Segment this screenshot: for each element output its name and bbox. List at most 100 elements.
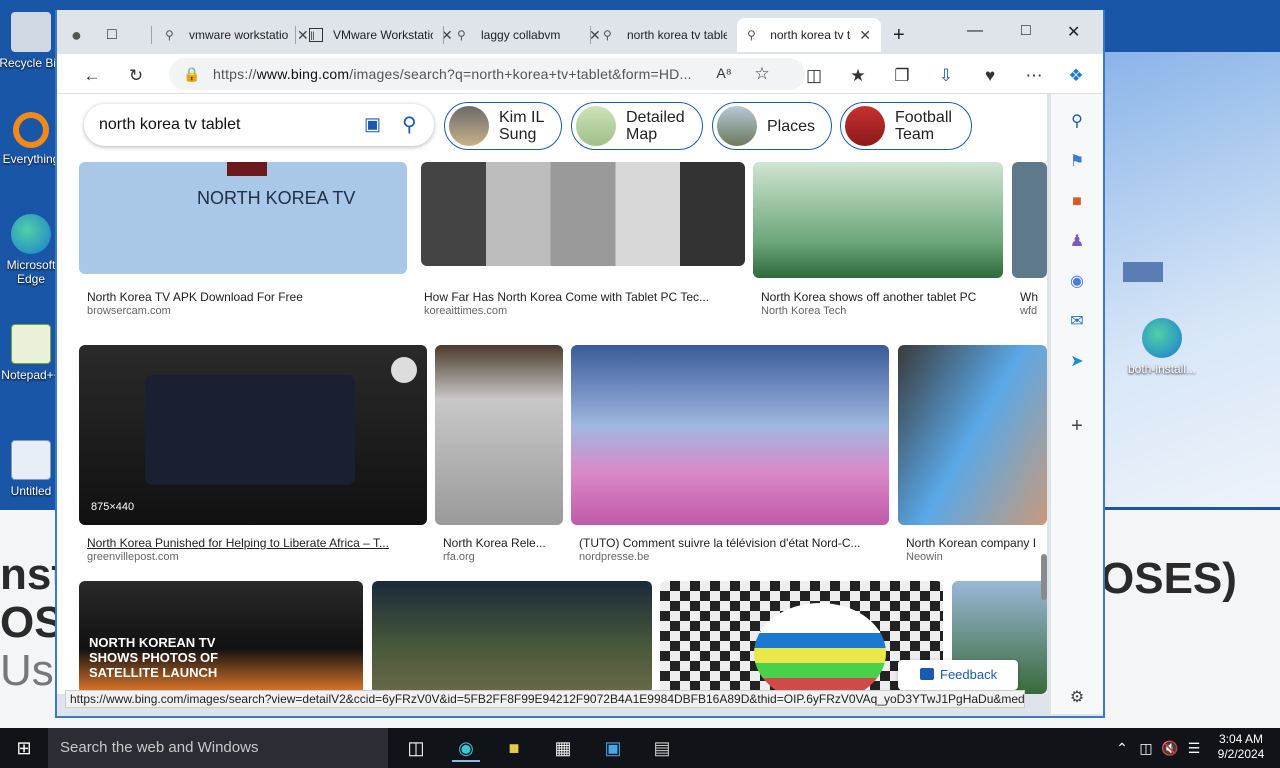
image-caption[interactable]: North Korea TV APK Download For Free: [87, 290, 407, 304]
address-bar: ← ↻ 🔒 https://www.bing.com/images/search…: [57, 54, 1103, 94]
maximize-button[interactable]: □: [1021, 22, 1031, 40]
image-result[interactable]: [753, 162, 1003, 278]
untitled-icon: [11, 440, 51, 480]
image-result[interactable]: NORTH KOREA TV: [79, 162, 407, 274]
image-result[interactable]: [421, 162, 745, 266]
browser-essentials-icon[interactable]: ♥: [979, 66, 1001, 86]
copilot-icon[interactable]: ❖: [1065, 66, 1087, 86]
task-view-icon[interactable]: ◫: [402, 734, 430, 762]
store-icon[interactable]: ▦: [549, 734, 577, 762]
edge-taskbar-icon[interactable]: ◉: [452, 734, 480, 762]
visual-search-icon[interactable]: ▣: [364, 114, 381, 135]
tab-laggy-collabvm[interactable]: ⚲ laggy collabvm ✕: [447, 18, 611, 52]
plus-icon: +: [893, 23, 905, 46]
app-window-icon[interactable]: ▤: [648, 734, 676, 762]
profile-button[interactable]: ●: [71, 18, 82, 52]
minimize-button[interactable]: —: [967, 22, 983, 40]
image-result[interactable]: [435, 345, 563, 525]
desktop-icon-label: Recycle Bin: [0, 56, 63, 70]
page-content: north korea tv tablet ▣ ⚲ Kim IL Sung Det…: [57, 94, 1047, 694]
image-source: North Korea Tech: [761, 305, 847, 317]
desktop-icon-label: Notepad++: [1, 368, 61, 382]
url-text: https://www.bing.com/images/search?q=nor…: [213, 66, 692, 82]
image-caption[interactable]: North Korea Rele...: [443, 536, 563, 550]
more-menu-icon[interactable]: ⋯: [1023, 66, 1045, 86]
back-button[interactable]: ←: [81, 66, 103, 86]
url-field[interactable]: 🔒 https://www.bing.com/images/search?q=n…: [169, 58, 805, 90]
image-caption[interactable]: North Korea shows off another tablet PC: [761, 290, 1001, 304]
add-sidebar-app-icon[interactable]: +: [1065, 414, 1089, 438]
desktop-icon-label: Everything: [2, 152, 60, 166]
image-dimensions: 875×440: [91, 501, 135, 513]
image-source: nordpresse.be: [579, 551, 650, 563]
tab-title: VMware Workstation: [333, 28, 433, 42]
tab-title: north korea tv tablet: [770, 28, 851, 42]
favorite-star-icon[interactable]: ☆: [751, 64, 773, 84]
related-pill-kim-il-sung[interactable]: Kim IL Sung: [444, 102, 562, 150]
pill-thumbnail: [576, 106, 616, 146]
refresh-button[interactable]: ↻: [125, 66, 147, 86]
favorites-icon[interactable]: ★: [847, 66, 869, 86]
close-window-button[interactable]: ✕: [1067, 22, 1080, 42]
related-pill-places[interactable]: Places: [712, 102, 832, 150]
tab-north-korea-1[interactable]: ⚲ north korea tv tablet ✕: [593, 18, 757, 52]
image-result[interactable]: [898, 345, 1047, 525]
clock-time: 3:04 AM: [1218, 732, 1264, 746]
tools-icon[interactable]: ■: [1065, 190, 1089, 214]
send-icon[interactable]: ➤: [1065, 350, 1089, 374]
image-caption[interactable]: How Far Has North Korea Come with Tablet…: [424, 290, 744, 304]
image-overlay-text: NORTH KOREAN TV SHOWS PHOTOS OF SATELLIT…: [89, 635, 219, 680]
new-tab-button[interactable]: +: [893, 18, 905, 52]
outlook-icon[interactable]: ✉: [1065, 310, 1089, 334]
games-icon[interactable]: ♟: [1065, 230, 1089, 254]
search-icon[interactable]: ⚲: [402, 112, 417, 137]
desktop-icon-both-install[interactable]: both-install...: [1124, 318, 1200, 376]
collections-icon[interactable]: ❐: [891, 66, 913, 86]
shopping-tag-icon[interactable]: ⚑: [1065, 150, 1089, 174]
related-pill-football-team[interactable]: Football Team: [840, 102, 972, 150]
settings-gear-icon[interactable]: ⚙: [1065, 686, 1089, 710]
tab-vmware-workstation[interactable]: ‖ VMware Workstation ✕: [299, 18, 463, 52]
microsoft-365-icon[interactable]: ◉: [1065, 270, 1089, 294]
system-clock[interactable]: 3:04 AM 9/2/2024: [1210, 732, 1272, 762]
image-caption[interactable]: (TUTO) Comment suivre la télévision d'ét…: [579, 536, 879, 550]
notifications-icon[interactable]: ☰: [1180, 734, 1208, 762]
downloads-icon[interactable]: ⇩: [935, 66, 957, 86]
bg-text: OSES): [1100, 554, 1237, 603]
image-source: browsercam.com: [87, 305, 171, 317]
read-aloud-icon[interactable]: A⁸: [713, 65, 735, 81]
desktop-icon-label: both-install...: [1127, 362, 1197, 376]
image-result[interactable]: NORTH KOREAN TV SHOWS PHOTOS OF SATELLIT…: [79, 581, 363, 694]
image-result[interactable]: 875×440: [79, 345, 427, 525]
pill-thumbnail: [845, 106, 885, 146]
related-pill-detailed-map[interactable]: Detailed Map: [571, 102, 703, 150]
split-screen-icon[interactable]: ◫: [803, 66, 825, 86]
desktop-icon-label: Microsoft Edge: [6, 258, 56, 286]
search-input[interactable]: north korea tv tablet ▣ ⚲: [84, 104, 434, 146]
page-scrollbar[interactable]: [1041, 94, 1047, 694]
image-result[interactable]: [571, 345, 889, 525]
tab-bar: ● □ ⚲ vmware workstation ✕ ‖ VMware Work…: [57, 10, 1103, 54]
start-button[interactable]: ⊞: [10, 734, 38, 762]
image-source: rfa.org: [443, 551, 475, 563]
clock-date: 9/2/2024: [1217, 747, 1265, 761]
tab-north-korea-active[interactable]: ⚲ north korea tv tablet ✕: [737, 18, 881, 52]
visual-search-icon[interactable]: [391, 357, 417, 383]
taskbar-search[interactable]: Search the web and Windows: [48, 728, 388, 768]
search-icon[interactable]: ⚲: [1065, 110, 1089, 134]
image-caption[interactable]: North Korea Punished for Helping to Libe…: [87, 536, 407, 550]
background-window: [1105, 52, 1280, 507]
image-caption[interactable]: North Korean company I: [906, 536, 1046, 550]
feedback-button[interactable]: Feedback: [898, 660, 1018, 690]
image-overlay-text: NORTH KOREA TV: [197, 188, 356, 208]
image-source: Neowin: [906, 551, 943, 563]
browser-window: ● □ ⚲ vmware workstation ✕ ‖ VMware Work…: [55, 10, 1105, 718]
close-icon[interactable]: ✕: [859, 27, 871, 44]
pill-thumbnail: [449, 106, 489, 146]
image-result[interactable]: [372, 581, 652, 694]
tab-actions-button[interactable]: □: [107, 18, 117, 52]
app-icon[interactable]: ▣: [599, 734, 627, 762]
file-explorer-icon[interactable]: ■: [500, 734, 528, 762]
image-source: greenvillepost.com: [87, 551, 179, 563]
search-icon: ⚲: [603, 28, 612, 42]
